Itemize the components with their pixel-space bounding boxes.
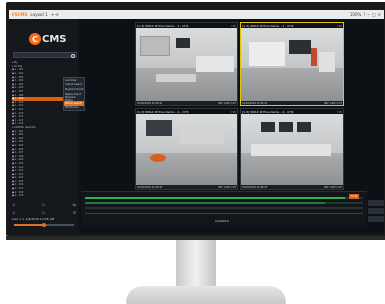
logo-icon: C xyxy=(29,33,41,45)
context-menu-item[interactable]: Playback Motion xyxy=(64,96,84,102)
hd-badge: HD xyxy=(231,23,236,28)
time-value[interactable]: 12:45 AM xyxy=(40,217,54,221)
timeline-recording xyxy=(85,197,345,199)
camera-info: IMV 1.0W 1 CH xyxy=(218,101,236,105)
logo: C CMS xyxy=(29,33,67,45)
zoom-level: 100% xyxy=(349,12,362,17)
snapshot-button[interactable] xyxy=(368,208,384,214)
live-row: Live 1 × 1/4/2019 12:45 AM xyxy=(12,216,76,222)
slider-thumb[interactable] xyxy=(42,222,46,227)
camera-tile-1[interactable]: [1-3] SMAX IP Plus Demo - 1 - CH1 HD 01/… xyxy=(135,22,238,106)
camera-tile-4[interactable]: [1-3] SMAX IP Plus Demo - 4 - CH4 HD 01/… xyxy=(240,108,344,190)
title-bar: FSCMS Layout 1 + ⟳ 100% ? ─ □ ✕ xyxy=(9,10,384,19)
camera-title: [1-3] SMAX IP Plus Demo - 1 - CH2 xyxy=(242,23,294,28)
search-icon[interactable] xyxy=(71,53,75,58)
camera-info: IMV 1.0W 1 CH xyxy=(324,185,342,189)
camera-info: IMV 1.0W 1 CH xyxy=(324,101,342,105)
monitor-stand xyxy=(176,240,216,288)
slider-fill xyxy=(14,224,44,226)
context-menu: Live View Instant Search Playback Event Rep… xyxy=(63,77,85,112)
camera-feed xyxy=(241,28,343,101)
app-name: FSCMS xyxy=(12,12,28,17)
tab-layout[interactable]: Layout 1 xyxy=(30,12,47,17)
tree-item[interactable]: ● 2 - 019 xyxy=(12,194,78,198)
camera-title: [1-3] SMAX IP Plus Demo - 4 - CH4 xyxy=(242,109,294,114)
timeline-date: 1/4/2019 xyxy=(215,219,229,223)
right-controls xyxy=(368,200,384,230)
export-button[interactable] xyxy=(368,200,384,206)
camera-tile-2[interactable]: [1-3] SMAX IP Plus Demo - 1 - CH2 HD 01/… xyxy=(240,22,344,106)
camera-footer: 01/04/2019 12:45:47 IMV 1.0W 1 CH xyxy=(136,185,237,189)
settings-button[interactable] xyxy=(368,216,384,222)
next-icon[interactable]: ▷ xyxy=(42,202,45,207)
camera-footer: 01/04/2019 12:45:47 IMV 1.0W 1 CH xyxy=(241,101,343,105)
tab-controls[interactable]: + ⟳ xyxy=(51,12,59,17)
minimize-button[interactable]: ─ xyxy=(367,12,369,17)
timeline-recording xyxy=(85,202,325,204)
help-button[interactable]: ? xyxy=(363,12,365,17)
control-row-2: ◁ ▷ ⊟ xyxy=(12,208,76,216)
camera-timestamp: 01/04/2019 12:45:47 xyxy=(137,185,163,189)
camera-timestamp: 01/04/2019 12:45:47 xyxy=(137,101,163,105)
search-input[interactable] xyxy=(13,52,77,58)
logo-text: CMS xyxy=(42,33,67,45)
camera-feed xyxy=(136,114,237,185)
camera-feed xyxy=(241,114,343,185)
rewind-icon[interactable]: ◁ xyxy=(12,210,15,215)
prev-icon[interactable]: ◁ xyxy=(12,202,15,207)
screen: FSCMS Layout 1 + ⟳ 100% ? ─ □ ✕ C CMS ▸ … xyxy=(9,10,384,234)
camera-title: [1-3] SMAX IP Plus Demo - 4 - CH3 xyxy=(137,109,189,114)
camera-footer: 01/04/2019 12:45:47 IMV 1.0W 1 CH xyxy=(241,185,343,189)
camera-tile-3[interactable]: [1-3] SMAX IP Plus Demo - 4 - CH3 HD 01/… xyxy=(135,108,238,190)
live-label: Live xyxy=(12,217,19,221)
monitor-bezel: FSCMS Layout 1 + ⟳ 100% ? ─ □ ✕ C CMS ▸ … xyxy=(6,2,385,236)
camera-timestamp: 01/04/2019 12:45:47 xyxy=(242,101,268,105)
timeline-cursor[interactable]: 12:45 xyxy=(349,194,359,199)
camera-footer: 01/04/2019 12:45:47 IMV 1.0W 1 CH xyxy=(136,101,237,105)
sidebar: C CMS ▸ My ▾ All Site ● 1 - 001 ● 1 - 002… xyxy=(9,19,85,234)
timeline[interactable]: 12:45 1/4/2019 xyxy=(81,191,367,228)
hd-badge: HD xyxy=(337,23,342,28)
playback-controls: ◁ ▷ ⇆ ◁ ▷ ⊟ Live 1 × 1/4/2019 12:45 AM xyxy=(12,200,76,234)
speed-slider[interactable] xyxy=(14,222,74,227)
maximize-button[interactable]: □ xyxy=(372,12,376,17)
camera-info: IMV 1.0W 1 CH xyxy=(218,185,236,189)
control-row-1: ◁ ▷ ⇆ xyxy=(12,200,76,208)
live-speed[interactable]: 1 × xyxy=(19,217,24,221)
camera-title: [1-3] SMAX IP Plus Demo - 1 - CH1 xyxy=(137,23,189,28)
date-value[interactable]: 1/4/2019 xyxy=(25,217,38,221)
hd-badge: HD xyxy=(231,109,236,114)
forward-icon[interactable]: ▷ xyxy=(42,210,45,215)
camera-timestamp: 01/04/2019 12:45:47 xyxy=(242,185,268,189)
layout-icon[interactable]: ⊟ xyxy=(73,210,76,215)
close-button[interactable]: ✕ xyxy=(378,12,381,17)
timeline-ticks xyxy=(85,213,363,216)
swap-icon[interactable]: ⇆ xyxy=(73,202,76,207)
camera-feed xyxy=(136,28,237,101)
hd-badge: HD xyxy=(337,109,342,114)
context-menu-item[interactable]: Edit Device xyxy=(64,106,84,111)
monitor-base xyxy=(126,286,286,304)
timeline-track xyxy=(85,207,363,209)
window-controls: 100% ? ─ □ ✕ xyxy=(348,12,381,17)
